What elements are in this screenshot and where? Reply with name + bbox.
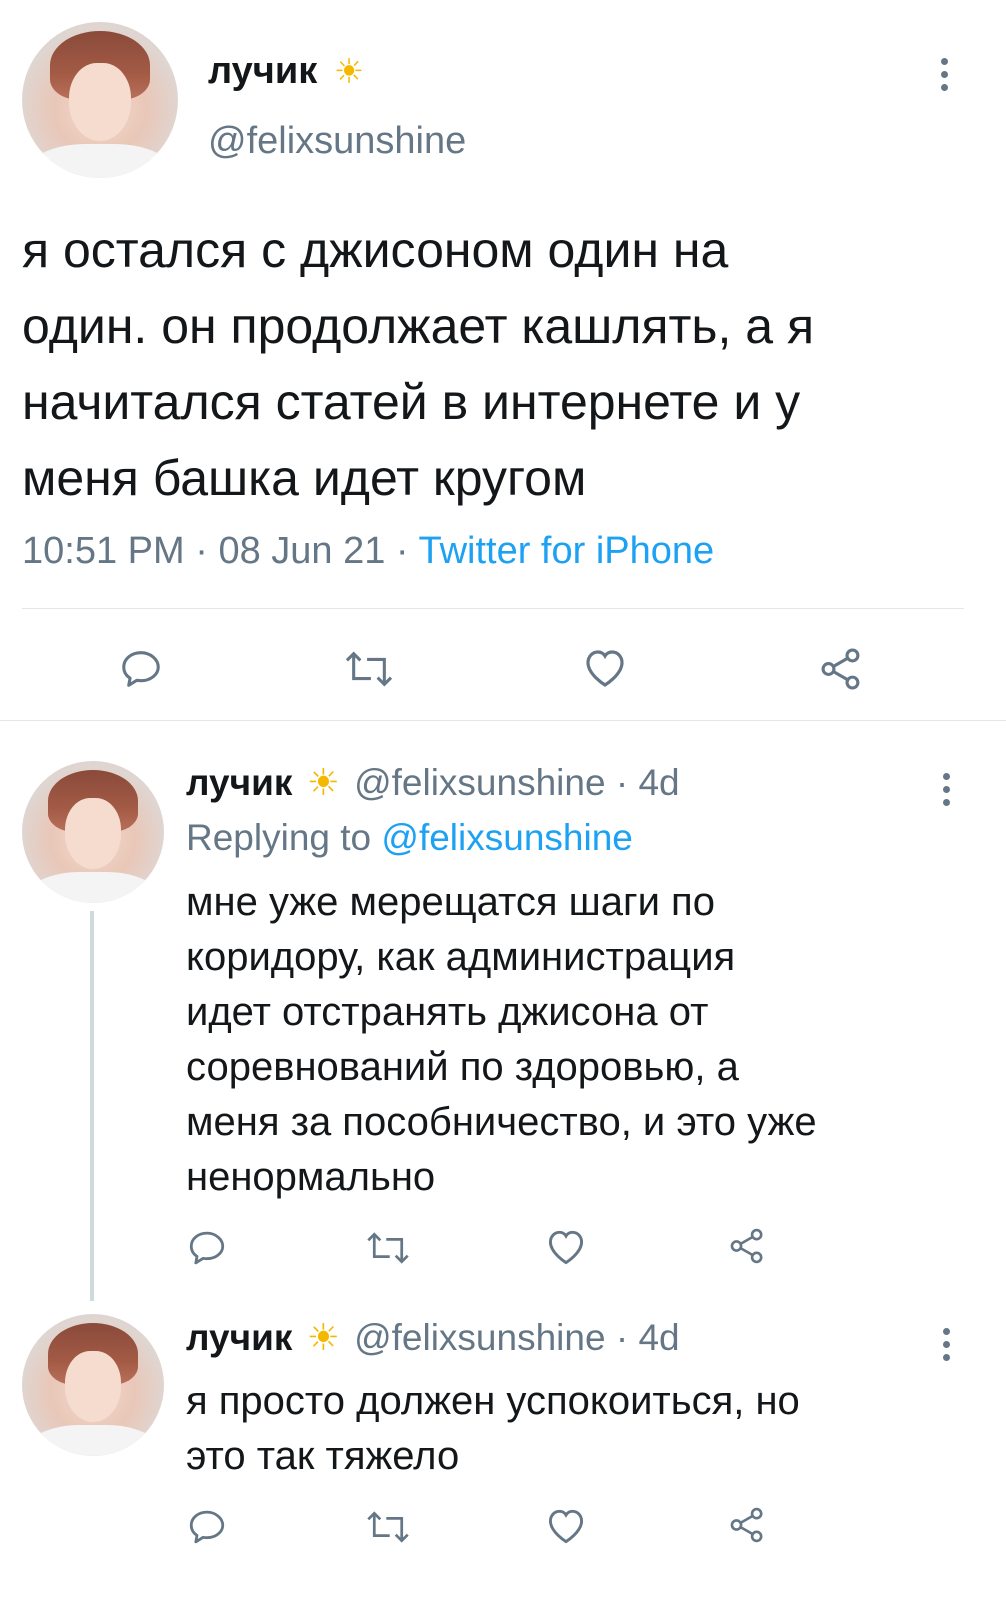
- more-vertical-icon[interactable]: [939, 1328, 953, 1361]
- tweet-time: 10:51 PM: [22, 530, 185, 572]
- tweet-text-line: соревнований по здоровью, а: [186, 1045, 739, 1089]
- tweet-text: мне уже мерещатся шаги по коридору, как …: [186, 875, 986, 1205]
- tweet-text-line: меня башка идет кругом: [22, 450, 587, 506]
- reply-header: лучик ☀ @felixsunshine · 4d: [186, 761, 680, 804]
- replying-handle[interactable]: @felixsunshine: [381, 817, 632, 858]
- tweet-text-line: коридору, как администрация: [186, 935, 736, 979]
- reply-icon[interactable]: [186, 1506, 228, 1548]
- share-icon[interactable]: [816, 644, 866, 694]
- action-bar: [0, 1500, 1006, 1550]
- author-name[interactable]: лучик: [208, 50, 317, 92]
- author-handle[interactable]: @felixsunshine: [354, 1317, 605, 1358]
- heart-icon[interactable]: [544, 1225, 588, 1269]
- tweet-text-line: ненормально: [186, 1155, 436, 1199]
- sun-icon: ☀: [306, 1317, 340, 1358]
- reply-tweet: лучик ☀ @felixsunshine · 4d Replying to …: [0, 721, 1006, 1301]
- meta-separator: ·: [395, 530, 409, 572]
- tweet-age: 4d: [638, 762, 680, 803]
- main-tweet: лучик ☀ @felixsunshine я остался с джисо…: [0, 0, 1006, 720]
- avatar[interactable]: [22, 22, 178, 178]
- avatar[interactable]: [22, 1314, 164, 1456]
- avatar[interactable]: [22, 761, 164, 903]
- heart-icon[interactable]: [580, 644, 630, 692]
- action-bar: [0, 1221, 1006, 1271]
- author-handle[interactable]: @felixsunshine: [208, 120, 466, 163]
- meta-separator: ·: [615, 1317, 629, 1358]
- tweet-text-line: начитался статей в интернете и у: [22, 374, 801, 430]
- tweet-text: я остался с джисоном один на один. он пр…: [22, 212, 982, 516]
- tweet-text-line: один. он продолжает кашлять, а я: [22, 298, 815, 354]
- tweet-text-line: это так тяжело: [186, 1434, 460, 1478]
- more-vertical-icon[interactable]: [937, 58, 951, 91]
- meta-separator: ·: [195, 530, 208, 572]
- tweet-text: я просто должен успокоиться, но это так …: [186, 1374, 986, 1484]
- author-name[interactable]: лучик: [186, 762, 292, 803]
- divider: [22, 608, 964, 609]
- retweet-icon[interactable]: [364, 1227, 412, 1269]
- tweet-text-line: идет отстранять джисона от: [186, 990, 709, 1034]
- sun-icon: ☀: [333, 53, 365, 91]
- reply-icon[interactable]: [118, 646, 164, 692]
- replying-to: Replying to @felixsunshine: [186, 817, 633, 859]
- action-bar: [0, 640, 1006, 700]
- meta-separator: ·: [615, 762, 629, 803]
- tweet-age: 4d: [638, 1317, 680, 1358]
- author-name[interactable]: лучик: [186, 1317, 292, 1358]
- tweet-date: 08 Jun 21: [218, 530, 386, 572]
- author-row: лучик ☀: [208, 50, 364, 100]
- reply-header: лучик ☀ @felixsunshine · 4d: [186, 1316, 680, 1359]
- author-handle[interactable]: @felixsunshine: [354, 762, 605, 803]
- share-icon[interactable]: [726, 1225, 768, 1267]
- retweet-icon[interactable]: [342, 646, 396, 692]
- sun-icon: ☀: [306, 762, 340, 803]
- tweet-text-line: я остался с джисоном один на: [22, 222, 729, 278]
- tweet-text-line: я просто должен успокоиться, но: [186, 1379, 800, 1423]
- more-vertical-icon[interactable]: [939, 773, 953, 806]
- replying-label: Replying to: [186, 817, 382, 858]
- tweet-text-line: меня за пособничество, и это уже: [186, 1100, 817, 1144]
- reply-tweet: лучик ☀ @felixsunshine · 4d я просто дол…: [0, 1300, 1006, 1600]
- tweet-source[interactable]: Twitter for iPhone: [418, 530, 714, 572]
- reply-icon[interactable]: [186, 1227, 228, 1269]
- share-icon[interactable]: [726, 1504, 768, 1546]
- tweet-text-line: мне уже мерещатся шаги по: [186, 880, 715, 924]
- tweet-meta: 10:51 PM · 08 Jun 21 · Twitter for iPhon…: [22, 530, 714, 573]
- heart-icon[interactable]: [544, 1504, 588, 1548]
- retweet-icon[interactable]: [364, 1506, 412, 1548]
